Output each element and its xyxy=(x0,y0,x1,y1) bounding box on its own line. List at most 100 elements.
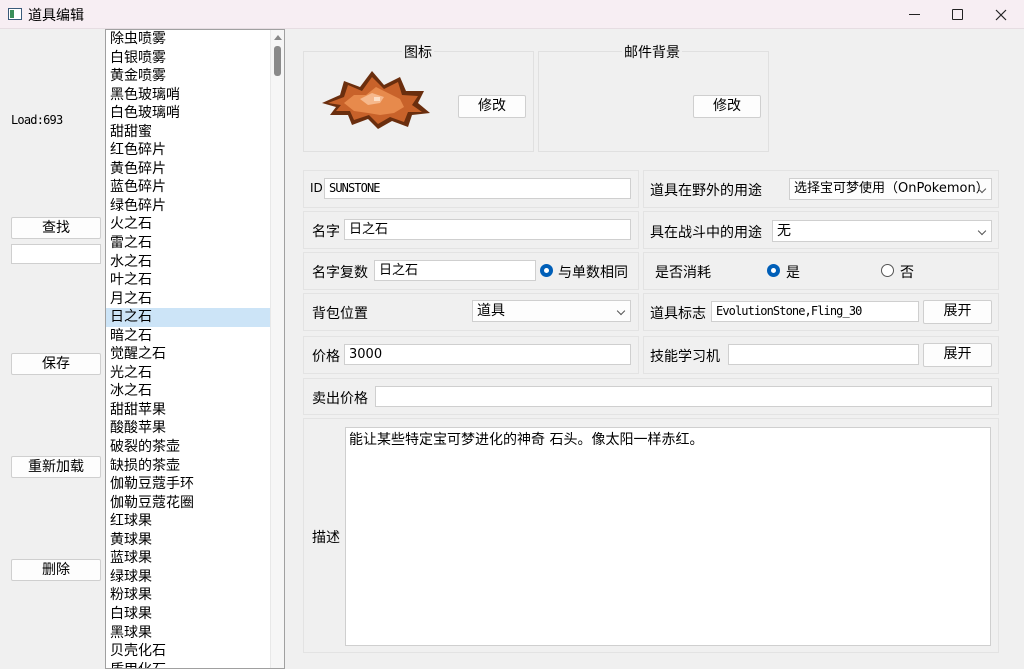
list-item[interactable]: 光之石 xyxy=(106,364,271,383)
name-input[interactable]: 日之石 xyxy=(344,219,631,240)
tm-label: 技能学习机 xyxy=(650,349,720,365)
item-list-scrollbar[interactable] xyxy=(270,30,284,668)
same-as-singular-label: 与单数相同 xyxy=(558,265,628,281)
list-item[interactable]: 绿色碎片 xyxy=(106,197,271,216)
list-item[interactable]: 甜甜苹果 xyxy=(106,401,271,420)
list-item[interactable]: 甜甜蜜 xyxy=(106,123,271,142)
list-item[interactable]: 红球果 xyxy=(106,512,271,531)
description-textarea[interactable]: 能让某些特定宝可梦进化的神奇 石头。像太阳一样赤红。 xyxy=(345,427,991,646)
list-item[interactable]: 雷之石 xyxy=(106,234,271,253)
list-item[interactable]: 缺损的茶壶 xyxy=(106,457,271,476)
list-item[interactable]: 日之石 xyxy=(106,308,271,327)
list-item[interactable]: 月之石 xyxy=(106,290,271,309)
close-button[interactable] xyxy=(978,0,1024,29)
list-item[interactable]: 黄色碎片 xyxy=(106,160,271,179)
list-item[interactable]: 黑色玻璃哨 xyxy=(106,86,271,105)
title-bar: 道具编辑 xyxy=(0,0,1024,29)
list-item[interactable]: 叶之石 xyxy=(106,271,271,290)
list-item[interactable]: 暗之石 xyxy=(106,327,271,346)
delete-button[interactable]: 删除 xyxy=(11,559,101,581)
list-item[interactable]: 绿球果 xyxy=(106,568,271,587)
battle-use-select-value: 无 xyxy=(777,223,791,239)
plural-panel: 名字复数 日之石 与单数相同 xyxy=(303,252,639,290)
field-use-label: 道具在野外的用途 xyxy=(650,183,762,199)
consumable-label: 是否消耗 xyxy=(655,265,711,281)
list-item[interactable]: 伽勒豆蔻花圈 xyxy=(106,494,271,513)
list-item[interactable]: 冰之石 xyxy=(106,382,271,401)
consumable-panel: 是否消耗 是 否 xyxy=(643,252,999,290)
field-use-select[interactable]: 选择宝可梦使用（OnPokemon） xyxy=(789,178,992,200)
flags-expand-button[interactable]: 展开 xyxy=(923,300,992,324)
tm-expand-button[interactable]: 展开 xyxy=(923,343,992,367)
list-item[interactable]: 黄球果 xyxy=(106,531,271,550)
list-item[interactable]: 红色碎片 xyxy=(106,141,271,160)
plural-input[interactable]: 日之石 xyxy=(374,260,536,281)
tm-input[interactable] xyxy=(728,344,919,365)
maximize-button[interactable] xyxy=(935,0,981,29)
mail-background-title: 邮件背景 xyxy=(622,42,682,62)
flags-label: 道具标志 xyxy=(650,306,706,322)
name-label: 名字 xyxy=(312,224,340,240)
pocket-panel: 背包位置 道具 xyxy=(303,293,639,331)
item-list-items: 除虫喷雾 白银喷雾 黄金喷雾 黑色玻璃哨 白色玻璃哨 甜甜蜜 红色碎片 黄色碎片 蓝色碎片 绿色碎… xyxy=(106,30,271,668)
plural-label: 名字复数 xyxy=(312,265,368,281)
item-list[interactable]: 除虫喷雾 白银喷雾 黄金喷雾 黑色玻璃哨 白色玻璃哨 甜甜蜜 红色碎片 黄色碎片 蓝色碎片 绿色碎… xyxy=(105,29,285,669)
list-item[interactable]: 黄金喷雾 xyxy=(106,67,271,86)
list-item[interactable]: 酸酸苹果 xyxy=(106,419,271,438)
battle-use-panel: 具在战斗中的用途 无 xyxy=(643,211,999,249)
consumable-no-label: 否 xyxy=(900,265,914,281)
mail-modify-button[interactable]: 修改 xyxy=(693,95,761,118)
list-item[interactable]: 蓝球果 xyxy=(106,549,271,568)
pocket-label: 背包位置 xyxy=(312,306,368,322)
price-panel: 价格 3000 xyxy=(303,336,639,374)
price-input[interactable]: 3000 xyxy=(344,344,631,365)
consumable-no-radio[interactable] xyxy=(881,264,894,277)
scroll-up-arrow-icon[interactable] xyxy=(274,35,282,40)
load-count-label: Load:693 xyxy=(11,113,63,127)
list-item[interactable]: 白球果 xyxy=(106,605,271,624)
list-item[interactable]: 黑球果 xyxy=(106,624,271,643)
same-as-singular-radio[interactable] xyxy=(540,264,553,277)
list-item[interactable]: 蓝色碎片 xyxy=(106,178,271,197)
scrollbar-thumb[interactable] xyxy=(274,46,281,76)
app-icon xyxy=(8,8,22,20)
list-item[interactable]: 白色玻璃哨 xyxy=(106,104,271,123)
icon-modify-button[interactable]: 修改 xyxy=(458,95,526,118)
battle-use-select[interactable]: 无 xyxy=(772,220,992,242)
list-item[interactable]: 贝壳化石 xyxy=(106,642,271,661)
consumable-yes-radio[interactable] xyxy=(767,264,780,277)
minimize-button[interactable] xyxy=(892,0,938,29)
consumable-yes-label: 是 xyxy=(786,265,800,281)
tm-panel: 技能学习机 展开 xyxy=(643,336,999,374)
sell-price-label: 卖出价格 xyxy=(312,391,368,407)
pocket-select-value: 道具 xyxy=(477,303,505,319)
list-item[interactable]: 粉球果 xyxy=(106,586,271,605)
chevron-down-icon xyxy=(616,306,626,316)
window-title: 道具编辑 xyxy=(28,8,84,24)
list-item[interactable]: 火之石 xyxy=(106,215,271,234)
list-item[interactable]: 除虫喷雾 xyxy=(106,30,271,49)
chevron-down-icon xyxy=(977,226,987,236)
list-item[interactable]: 伽勒豆蔻手环 xyxy=(106,475,271,494)
pocket-select[interactable]: 道具 xyxy=(472,300,631,322)
list-item[interactable]: 破裂的茶壶 xyxy=(106,438,271,457)
search-input[interactable] xyxy=(11,244,101,264)
list-item[interactable]: 觉醒之石 xyxy=(106,345,271,364)
id-input[interactable]: SUNSTONE xyxy=(324,178,631,199)
flags-input[interactable]: EvolutionStone,Fling_30 xyxy=(711,301,919,322)
save-button[interactable]: 保存 xyxy=(11,353,101,375)
sell-price-input[interactable] xyxy=(375,386,992,407)
list-item[interactable]: 白银喷雾 xyxy=(106,49,271,68)
battle-use-label: 具在战斗中的用途 xyxy=(650,225,762,241)
list-item[interactable]: 盾甲化石 xyxy=(106,661,271,668)
close-icon xyxy=(995,9,1007,21)
reload-button[interactable]: 重新加载 xyxy=(11,456,101,478)
list-item[interactable]: 水之石 xyxy=(106,253,271,272)
field-use-panel: 道具在野外的用途 选择宝可梦使用（OnPokemon） xyxy=(643,170,999,208)
field-use-select-value: 选择宝可梦使用（OnPokemon） xyxy=(794,181,989,196)
sunstone-icon xyxy=(322,71,430,129)
icon-group-title: 图标 xyxy=(402,42,434,62)
flags-panel: 道具标志 EvolutionStone,Fling_30 展开 xyxy=(643,293,999,331)
find-button[interactable]: 查找 xyxy=(11,217,101,239)
description-label: 描述 xyxy=(312,530,340,546)
